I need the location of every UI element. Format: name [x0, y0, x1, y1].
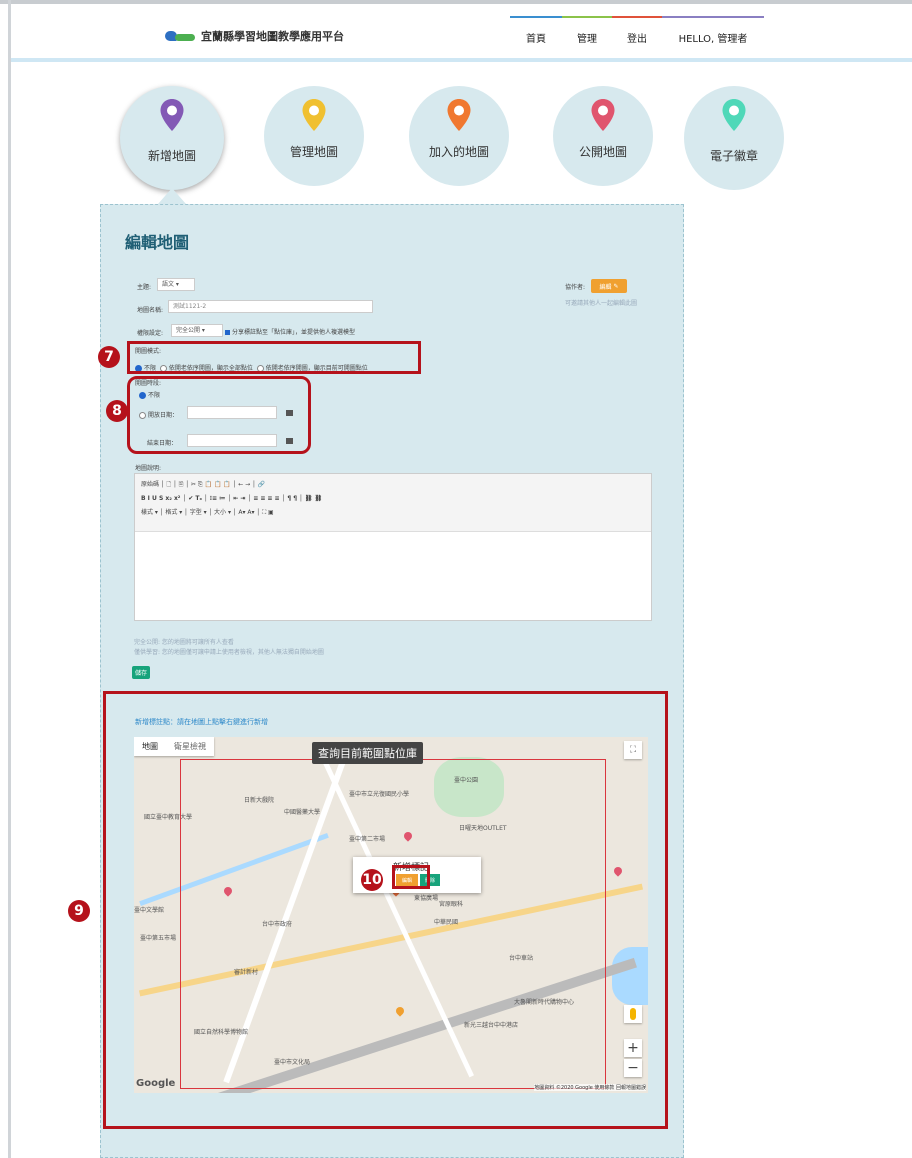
circle-public-maps[interactable]: 公開地圖 [553, 86, 653, 186]
logo-text: 宜蘭縣學習地圖教學應用平台 [201, 30, 344, 43]
logo-icon [165, 29, 195, 43]
map-pin-icon [160, 99, 184, 131]
circle-new-map[interactable]: 新增地圖 [120, 86, 224, 190]
map-name-label: 地圖名稱: [137, 307, 164, 314]
annotation-box-9 [103, 691, 668, 1129]
rich-text-editor[interactable]: 原始碼 │ 🗋 │ 🗎 │ ✂ ⎘ 📋 📋 📋 │ ← → │ 🔗 B I U … [134, 473, 652, 621]
annotation-box-10 [392, 865, 430, 889]
nav-user-greeting[interactable]: HELLO, 管理者 [662, 16, 764, 45]
annotation-badge-10: 10 [361, 869, 383, 891]
annotation-box-8 [127, 376, 311, 454]
circle-label: 管理地圖 [289, 145, 338, 159]
note-public: 完全公開: 您的地圖將可讓所有人查看 [134, 639, 234, 646]
circle-label: 新增地圖 [147, 149, 196, 163]
subject-select[interactable]: 語文 ▾ [157, 278, 195, 291]
map-pin-icon [591, 99, 615, 131]
map-pin-icon [302, 99, 326, 131]
nav-home[interactable]: 首頁 [510, 16, 562, 45]
map-name-field[interactable]: 測試1121-2 [168, 300, 373, 313]
coauthor-hint: 可邀請其他人一起編輯此圖 [565, 300, 638, 307]
circle-label: 加入的地圖 [428, 145, 489, 159]
page-title: 編輯地圖 [125, 233, 190, 252]
circle-manage-map[interactable]: 管理地圖 [264, 86, 364, 186]
circle-label: 公開地圖 [578, 145, 627, 159]
site-header [11, 4, 912, 58]
active-tab-pointer [158, 188, 186, 204]
top-nav: 首頁 管理 登出 HELLO, 管理者 [510, 16, 764, 45]
share-checkbox-row[interactable]: 分享標註點至「點位庫」，並提供他人複選模型 [225, 327, 355, 336]
nav-logout[interactable]: 登出 [612, 16, 662, 45]
annotation-box-7 [127, 341, 421, 374]
annotation-badge-9: 9 [68, 900, 90, 922]
share-checkbox[interactable] [225, 330, 230, 335]
note-learning: 僅供學習: 您的地圖僅可讓申請上使用者檢視，其他人無法獨自開始地圖 [134, 649, 324, 656]
subject-label: 主題: [137, 284, 152, 291]
nav-manage[interactable]: 管理 [562, 16, 612, 45]
window-left-border [8, 0, 11, 1158]
annotation-badge-7: 7 [98, 346, 120, 368]
map-pin-icon [722, 99, 746, 131]
permission-label: 權限設定: [137, 330, 164, 337]
map-pin-icon [447, 99, 471, 131]
coauthor-label: 協作者: [565, 284, 586, 291]
save-button[interactable]: 儲存 [132, 666, 150, 679]
page-frame: 宜蘭縣學習地圖教學應用平台 首頁 管理 登出 HELLO, 管理者 新增地圖 管… [0, 0, 912, 1158]
editor-toolbar[interactable]: 原始碼 │ 🗋 │ 🗎 │ ✂ ⎘ 📋 📋 📋 │ ← → │ 🔗 B I U … [135, 474, 651, 532]
circle-e-badge[interactable]: 電子徽章 [684, 86, 784, 190]
description-label: 地圖說明: [135, 465, 162, 472]
site-logo[interactable]: 宜蘭縣學習地圖教學應用平台 [165, 28, 344, 44]
permission-select[interactable]: 完全公開 ▾ [171, 324, 223, 337]
annotation-badge-8: 8 [106, 400, 128, 422]
coauthor-edit-button[interactable]: 編輯 ✎ [591, 279, 627, 293]
header-divider [11, 58, 912, 62]
circle-label: 電子徽章 [709, 149, 758, 163]
circle-joined-maps[interactable]: 加入的地圖 [409, 86, 509, 186]
